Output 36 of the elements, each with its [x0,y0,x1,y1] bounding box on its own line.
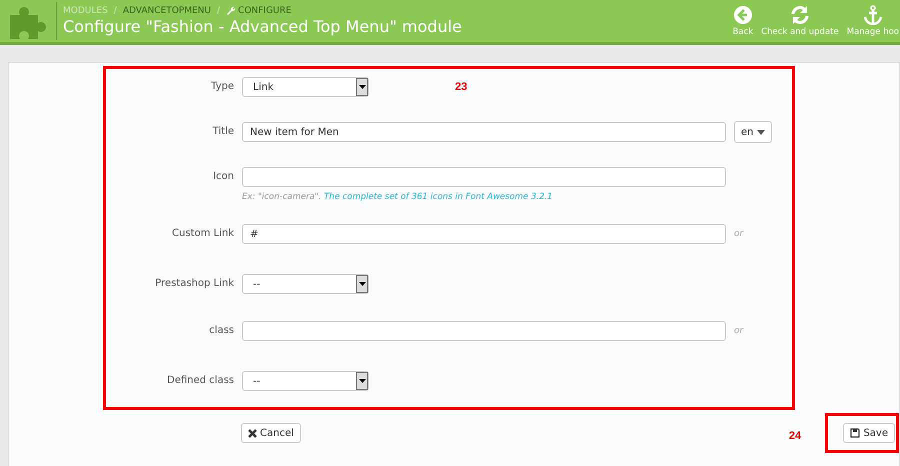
breadcrumb-separator: / [216,6,220,16]
field-label: Prestashop Link [154,277,235,291]
dropdown[interactable]: -- [242,371,369,391]
refresh-icon [790,5,810,25]
save-button[interactable]: Save [843,423,895,443]
wrench-icon [226,6,236,16]
annotation-number: 23 [455,81,468,93]
caret-icon [756,130,764,134]
field-label: class [208,324,235,338]
breadcrumb-link[interactable]: CONFIGURE [226,6,292,16]
input-field[interactable]: New item for Men [242,122,726,142]
anchor-icon [862,5,883,25]
field-label: Type [210,80,235,94]
page-title: Configure "Fashion - Advanced Top Menu" module [63,17,462,36]
caret-icon [358,282,366,286]
or-text: or [734,326,744,336]
input-field[interactable]: # [242,224,726,244]
cancel-button[interactable]: Cancel [241,423,301,443]
help-text: Ex: "icon-camera". [242,192,322,202]
back-icon [732,5,753,25]
breadcrumb-link[interactable]: ADVANCETOPMENU [122,6,211,16]
breadcrumb-separator: / [114,6,117,16]
caret-icon [358,85,366,89]
dropdown[interactable]: Link [242,77,369,97]
close-icon [248,428,257,438]
field-label: Title [212,125,235,139]
field-label: Defined class [166,374,235,388]
field-label: Custom Link [171,227,235,241]
annotation-number: 24 [788,430,802,442]
input-field[interactable] [242,321,726,341]
dropdown[interactable]: -- [242,274,369,294]
language-dropdown[interactable]: en [734,121,772,143]
caret-icon [358,379,366,383]
field-label: Icon [212,170,235,184]
input-field[interactable] [242,167,726,187]
or-text: or [734,229,744,239]
